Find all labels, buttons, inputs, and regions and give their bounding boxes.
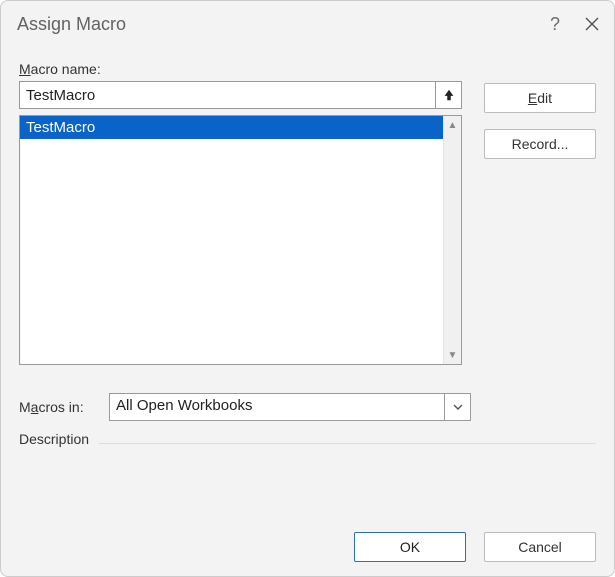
record-button[interactable]: Record... <box>484 129 596 159</box>
macro-name-label: Macro name: <box>19 61 462 77</box>
scroll-down-icon[interactable]: ▼ <box>444 346 461 364</box>
dialog-title: Assign Macro <box>17 14 126 35</box>
description-label: Description <box>19 431 89 447</box>
macros-in-select[interactable]: All Open Workbooks <box>109 393 471 421</box>
chevron-down-icon[interactable] <box>445 393 471 421</box>
ok-button[interactable]: OK <box>354 532 466 562</box>
edit-button[interactable]: Edit <box>484 83 596 113</box>
help-icon[interactable]: ? <box>550 14 560 35</box>
scroll-up-icon[interactable]: ▲ <box>444 116 461 134</box>
macros-in-value: All Open Workbooks <box>109 393 445 421</box>
scrollbar[interactable]: ▲ ▼ <box>443 116 461 364</box>
macro-name-input[interactable] <box>19 81 436 109</box>
macros-in-label: Macros in: <box>19 399 97 415</box>
list-item[interactable]: TestMacro <box>20 116 443 139</box>
close-icon[interactable] <box>584 16 600 32</box>
description-divider <box>99 443 596 444</box>
dialog-footer: OK Cancel <box>19 502 596 562</box>
titlebar: Assign Macro ? <box>1 1 614 45</box>
window-controls: ? <box>550 14 600 35</box>
assign-macro-dialog: Assign Macro ? Macro name: <box>0 0 615 577</box>
collapse-dialog-icon[interactable] <box>436 81 462 109</box>
macro-listbox[interactable]: TestMacro ▲ ▼ <box>19 115 462 365</box>
cancel-button[interactable]: Cancel <box>484 532 596 562</box>
dialog-body: Macro name: TestMacro ▲ ▼ <box>1 45 614 576</box>
